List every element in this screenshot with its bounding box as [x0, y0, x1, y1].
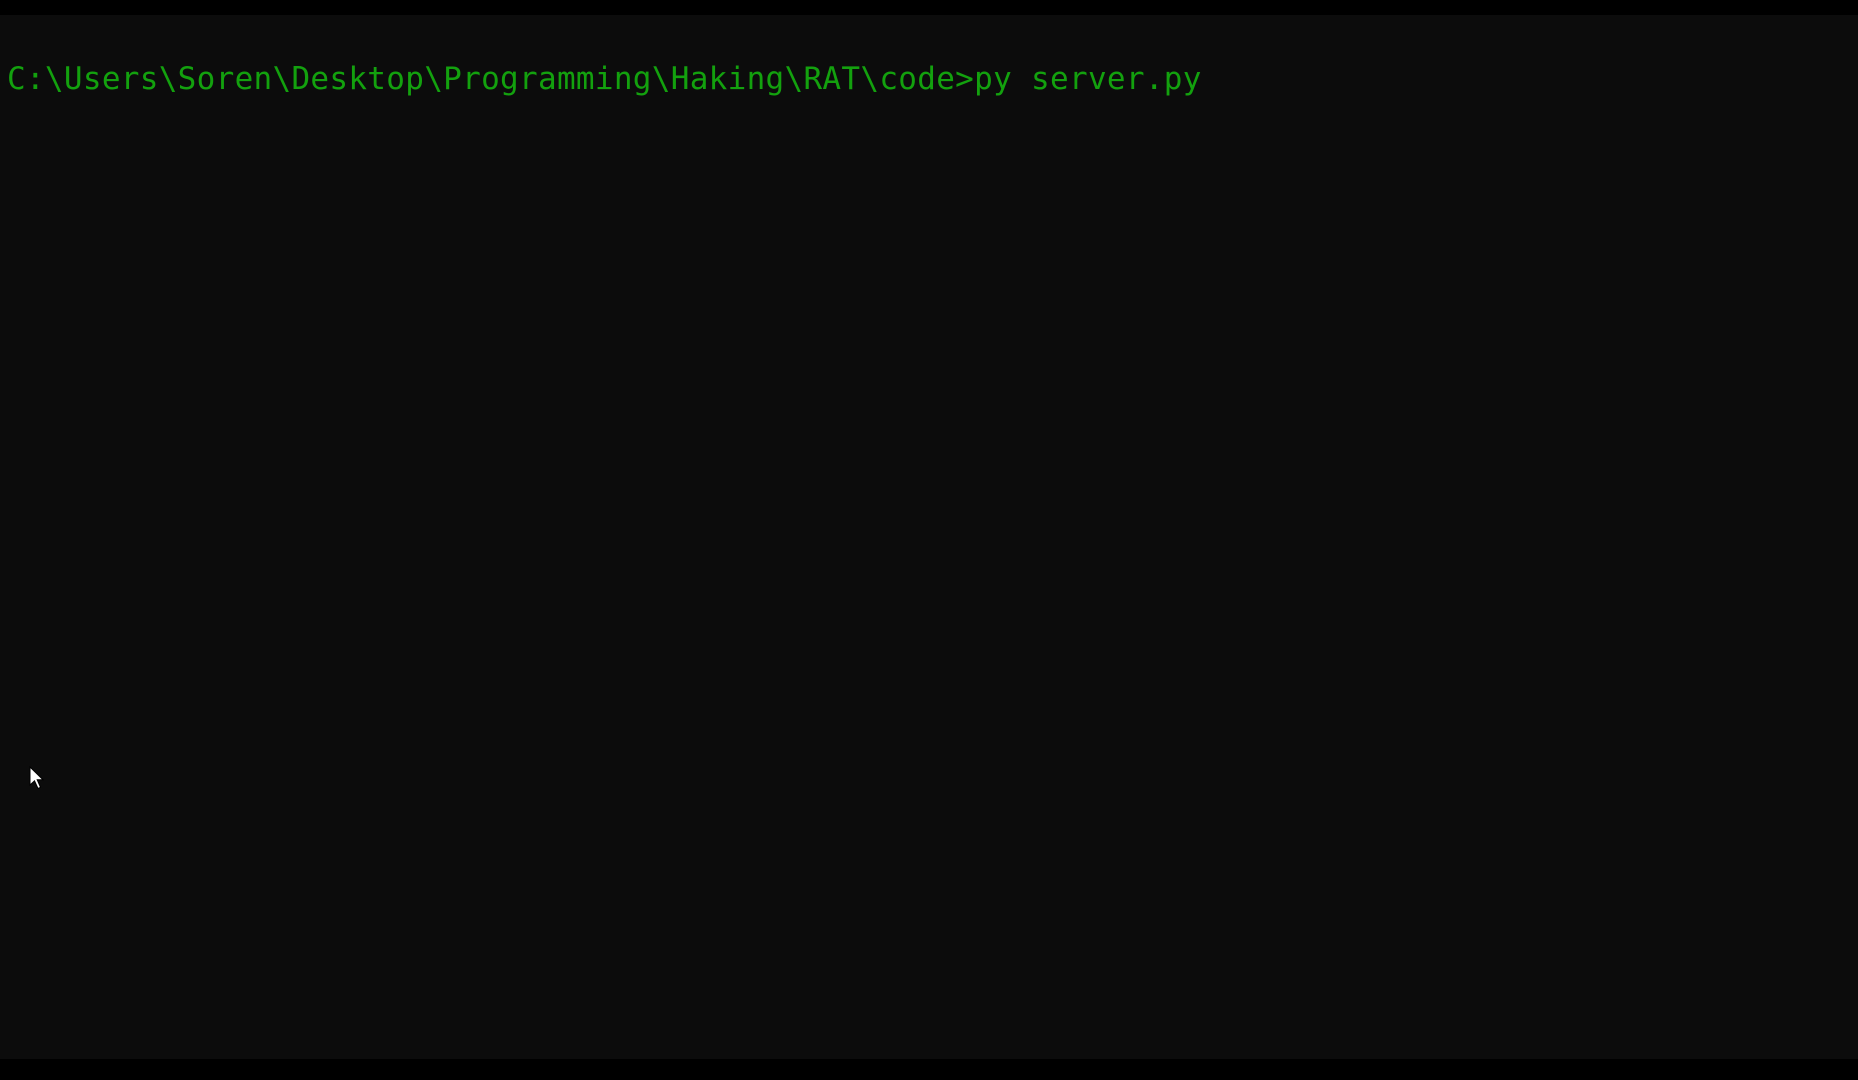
- terminal-command-line: C:\Users\Soren\Desktop\Programming\Hakin…: [7, 60, 1202, 98]
- screen: C:\Users\Soren\Desktop\Programming\Hakin…: [0, 0, 1858, 1080]
- terminal-window[interactable]: C:\Users\Soren\Desktop\Programming\Hakin…: [0, 15, 1858, 1059]
- mouse-pointer-icon: [29, 766, 45, 790]
- terminal-prompt: C:\Users\Soren\Desktop\Programming\Hakin…: [7, 61, 975, 97]
- terminal-command: py server.py: [974, 61, 1202, 97]
